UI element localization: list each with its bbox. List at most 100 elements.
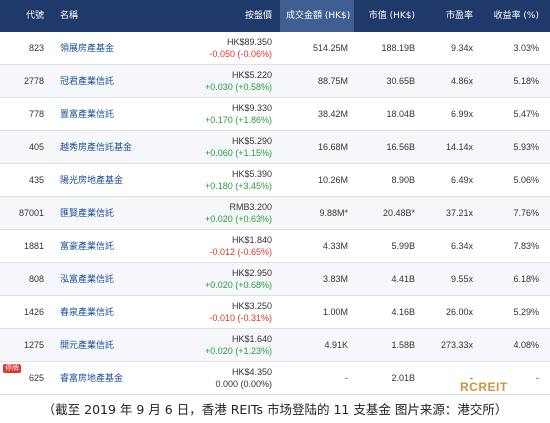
price-cell: HK$3.250 -0.010 (-0.31%) — [170, 296, 272, 328]
price-change: +0.180 (+3.45%) — [204, 181, 272, 191]
table-row[interactable]: 1275 開元產業信託 HK$1.640 +0.020 (+1.23%) 4.91K 1.… — [0, 329, 550, 362]
dividend-yield: 5.29% — [513, 307, 539, 317]
last-price: HK$1.640 — [231, 334, 272, 344]
price-change: +0.060 (+1.15%) — [204, 148, 272, 158]
price-cell: HK$89.350 -0.050 (-0.06%) — [170, 32, 272, 64]
price-cell: HK$2.950 +0.020 (+0.68%) — [170, 263, 272, 295]
turnover: 1.00M — [322, 307, 348, 317]
pe-ratio: 6.99x — [450, 109, 473, 119]
price-cell: HK$5.390 +0.180 (+3.45%) — [170, 164, 272, 196]
last-price: HK$5.220 — [231, 70, 272, 80]
pe-ratio: 6.34x — [450, 241, 473, 251]
market-cap: 1.58B — [391, 340, 415, 350]
turnover: 38.42M — [317, 109, 348, 119]
table-row[interactable]: 435 陽光房地產基金 HK$5.390 +0.180 (+3.45%) 10.26M 8… — [0, 164, 550, 197]
stock-code: 405 — [28, 142, 44, 152]
table-row[interactable]: 2778 冠君產業信託 HK$5.220 +0.030 (+0.58%) 88.75M 3… — [0, 65, 550, 98]
table-row[interactable]: 823 領展房產基金 HK$89.350 -0.050 (-0.06%) 514.25M… — [0, 32, 550, 65]
table-header: 代號 名稱 按盤價 成交金額 (HK$) ▼ 市值 (HK$) 市盈率 收益率 … — [0, 0, 550, 53]
col-volume-header[interactable]: 成交金額 (HK$) ▼ — [280, 0, 354, 53]
price-change: -0.012 (-0.65%) — [209, 247, 272, 257]
market-cap: 16.56B — [386, 142, 415, 152]
price-change: 0.000 (0.00%) — [215, 379, 272, 389]
pe-ratio: 273.33x — [440, 340, 473, 350]
price-change: +0.030 (+0.58%) — [204, 82, 272, 92]
col-yield-header[interactable]: 收益率 (%) — [473, 0, 539, 32]
turnover: 4.33M — [322, 241, 348, 251]
pe-ratio: 6.49x — [450, 175, 473, 185]
pe-ratio: 4.86x — [450, 76, 473, 86]
table-row[interactable]: 808 泓富產業信託 HK$2.950 +0.020 (+0.68%) 3.83M 4.4… — [0, 263, 550, 296]
stock-code: 1275 — [23, 340, 44, 350]
stock-code: 1881 — [23, 241, 44, 251]
price-cell: RMB3.200 +0.020 (+0.63%) — [170, 197, 272, 229]
turnover: 16.68M — [317, 142, 348, 152]
dividend-yield: 7.83% — [513, 241, 539, 251]
dividend-yield: 6.18% — [513, 274, 539, 284]
col-market-cap-header[interactable]: 市值 (HK$) — [354, 0, 415, 32]
turnover: 10.26M — [317, 175, 348, 185]
col-volume-label: 成交金額 (HK$) — [286, 11, 351, 21]
stock-code: 435 — [28, 175, 44, 185]
market-cap: 4.41B — [391, 274, 415, 284]
price-change: +0.020 (+0.63%) — [204, 214, 272, 224]
dividend-yield: 3.03% — [513, 43, 539, 53]
market-cap: 8.90B — [391, 175, 415, 185]
table-row[interactable]: 405 越秀房產信託基金 HK$5.290 +0.060 (+1.15%) 16.68M… — [0, 131, 550, 164]
rcreit-logo: RCREIT — [460, 380, 508, 394]
col-pe-header[interactable]: 市盈率 — [415, 0, 473, 32]
price-change: -0.050 (-0.06%) — [209, 49, 272, 59]
col-price-header[interactable]: 按盤價 — [170, 0, 272, 32]
stock-code: 823 — [28, 43, 44, 53]
market-cap: 4.16B — [391, 307, 415, 317]
market-cap: 20.48B* — [382, 208, 415, 218]
last-price: HK$5.390 — [231, 169, 272, 179]
market-cap: 2.01B — [391, 373, 415, 383]
turnover: - — [345, 373, 348, 383]
dividend-yield: 5.93% — [513, 142, 539, 152]
pe-ratio: 37.21x — [445, 208, 473, 218]
turnover: 514.25M — [312, 43, 348, 53]
price-cell: HK$5.290 +0.060 (+1.15%) — [170, 131, 272, 163]
dividend-yield: 7.76% — [513, 208, 539, 218]
table-row[interactable]: 87001 匯賢產業信託 RMB3.200 +0.020 (+0.63%) 9.88M*… — [0, 197, 550, 230]
figure-caption: （截至 2019 年 9 月 6 日，香港 REITs 市场登陆的 11 支基金… — [42, 402, 508, 417]
stock-code: 778 — [28, 109, 44, 119]
turnover: 3.83M — [322, 274, 348, 284]
dividend-yield: 5.06% — [513, 175, 539, 185]
pe-ratio: 9.34x — [450, 43, 473, 53]
table-row[interactable]: 1881 富豪產業信託 HK$1.840 -0.012 (-0.65%) 4.33M 5.… — [0, 230, 550, 263]
stock-code: 1426 — [23, 307, 44, 317]
table-row[interactable]: 1426 春泉產業信託 HK$3.250 -0.010 (-0.31%) 1.00M 4.… — [0, 296, 550, 329]
last-price: HK$5.290 — [231, 136, 272, 146]
stock-code: 808 — [28, 274, 44, 284]
col-code-header[interactable]: 代號 — [0, 0, 44, 32]
last-price: HK$3.250 — [231, 301, 272, 311]
turnover: 88.75M — [317, 76, 348, 86]
last-price: RMB3.200 — [229, 202, 272, 212]
dividend-yield: 5.47% — [513, 109, 539, 119]
market-cap: 30.65B — [386, 76, 415, 86]
pe-ratio: 26.00x — [445, 307, 473, 317]
last-price: HK$2.950 — [231, 268, 272, 278]
last-price: HK$4.350 — [231, 367, 272, 377]
turnover: 9.88M* — [319, 208, 348, 218]
price-cell: HK$1.840 -0.012 (-0.65%) — [170, 230, 272, 262]
price-change: -0.010 (-0.31%) — [209, 313, 272, 323]
table-body: 823 領展房產基金 HK$89.350 -0.050 (-0.06%) 514.25M… — [0, 32, 550, 395]
last-price: HK$9.330 — [231, 103, 272, 113]
stock-code: 2778 — [23, 76, 44, 86]
price-change: +0.020 (+0.68%) — [204, 280, 272, 290]
col-name-header[interactable]: 名稱 — [60, 0, 160, 32]
turnover: 4.91K — [324, 340, 348, 350]
reit-table: 代號 名稱 按盤價 成交金額 (HK$) ▼ 市值 (HK$) 市盈率 收益率 … — [0, 0, 550, 395]
table-row[interactable]: 778 置富產業信託 HK$9.330 +0.170 (+1.86%) 38.42M 18… — [0, 98, 550, 131]
price-cell: HK$1.640 +0.020 (+1.23%) — [170, 329, 272, 361]
pe-ratio: 14.14x — [445, 142, 473, 152]
stock-code: 87001 — [18, 208, 44, 218]
price-cell: HK$4.350 0.000 (0.00%) — [170, 362, 272, 394]
price-cell: HK$9.330 +0.170 (+1.86%) — [170, 98, 272, 130]
dividend-yield: 4.08% — [513, 340, 539, 350]
pe-ratio: 9.55x — [450, 274, 473, 284]
dividend-yield: 5.18% — [513, 76, 539, 86]
